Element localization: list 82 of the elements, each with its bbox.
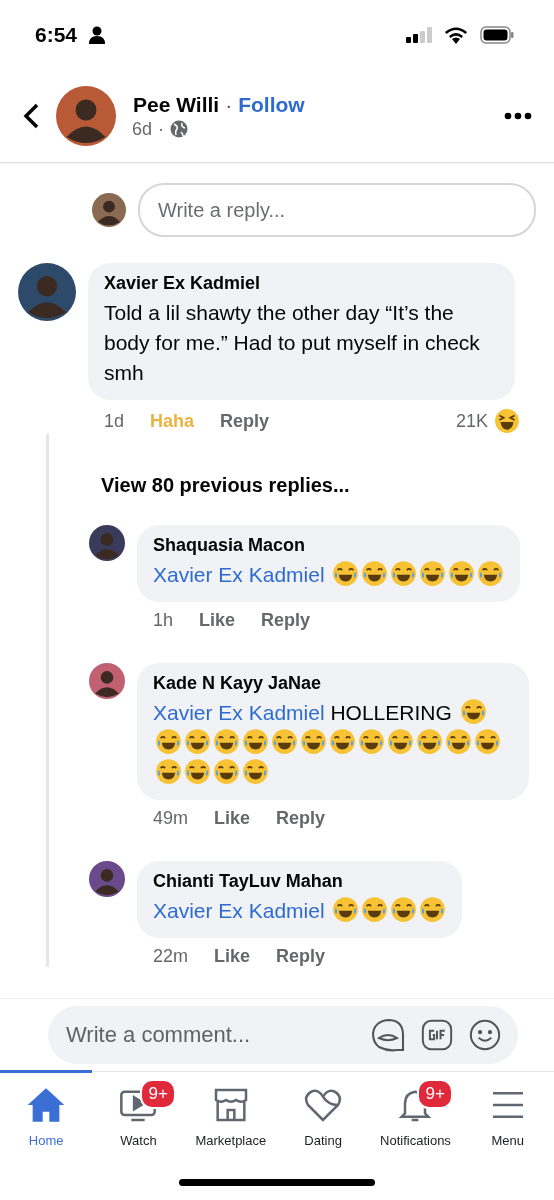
nav-tab[interactable]: Menu	[461, 1070, 554, 1164]
nav-tab[interactable]: Watch 9+	[92, 1070, 185, 1164]
back-icon[interactable]	[22, 102, 40, 130]
clock-time: 6:54	[35, 23, 78, 47]
smiley-icon[interactable]	[468, 1018, 502, 1052]
reply-author[interactable]: Chianti TayLuv Mahan	[153, 871, 447, 892]
comment-bar[interactable]: Write a comment...	[48, 1006, 518, 1064]
reply-button[interactable]: Reply	[276, 946, 326, 967]
laughing-emoji-icon	[213, 758, 240, 785]
page-name[interactable]: Pee Willi	[133, 92, 220, 117]
reply-author[interactable]: Kade N Kayy JaNae	[153, 673, 513, 694]
laughing-emoji-icon	[184, 728, 211, 755]
laughing-emoji-icon	[184, 758, 211, 785]
reply-field[interactable]: Write a reply...	[138, 183, 536, 237]
laughing-face-icon	[494, 408, 520, 434]
reaction-count: 21K	[455, 410, 488, 432]
reply-time: 22m	[153, 946, 188, 967]
laughing-emoji-icon	[329, 728, 356, 755]
laughing-emoji-icon	[474, 728, 501, 755]
signal-icon	[406, 27, 432, 43]
like-button[interactable]: Like	[214, 808, 251, 829]
gif-icon[interactable]	[420, 1018, 454, 1052]
laughing-emoji-icon	[477, 560, 505, 587]
avatar[interactable]	[18, 263, 76, 321]
laughing-emoji-icon	[419, 896, 447, 923]
globe-icon	[170, 120, 189, 138]
avatar[interactable]	[92, 193, 126, 227]
laughing-emoji-icon	[387, 728, 414, 755]
laughing-emoji-icon	[448, 560, 476, 587]
laughing-emoji-icon	[358, 728, 385, 755]
laughing-emoji-icon	[390, 560, 418, 587]
more-icon[interactable]	[504, 112, 532, 120]
sticker-icon[interactable]	[370, 1017, 406, 1053]
reply-button[interactable]: Reply	[220, 410, 270, 432]
laughing-emoji-icon	[332, 560, 360, 587]
post-age: 6d	[132, 118, 153, 140]
laughing-emoji-icon	[242, 728, 269, 755]
view-previous-replies-link[interactable]: View 80 previous replies...	[49, 452, 536, 497]
laughing-emoji-icon	[155, 758, 182, 785]
notification-badge: 9+	[140, 1079, 176, 1109]
laughing-emoji-icon	[332, 896, 360, 923]
separator-dot: ·	[225, 92, 233, 117]
nav-tab[interactable]: Marketplace	[184, 1070, 277, 1164]
laughing-emoji-icon	[390, 896, 418, 923]
person-icon	[89, 26, 106, 44]
laughing-emoji-icon	[155, 728, 182, 755]
mention-link[interactable]: Xavier Ex Kadmiel	[153, 563, 325, 586]
reply-author[interactable]: Shaquasia Macon	[153, 535, 505, 556]
mention-link[interactable]: Xavier Ex Kadmiel	[153, 701, 325, 724]
reply-time: 49m	[153, 808, 188, 829]
reply-time: 1h	[153, 610, 174, 631]
comment-text: Told a lil shawty the other day “It’s the body for me.” Had to put myself in check smh	[104, 300, 481, 386]
laughing-emoji-icon	[242, 758, 269, 785]
reply-text: HOLLERING	[330, 701, 452, 724]
laughing-emoji-icon	[271, 728, 298, 755]
notification-badge: 9+	[417, 1079, 453, 1109]
nav-tab[interactable]: Home	[0, 1070, 93, 1164]
laughing-emoji-icon	[419, 560, 447, 587]
comment-author[interactable]: Xavier Ex Kadmiel	[104, 273, 499, 294]
laughing-emoji-icon	[213, 728, 240, 755]
nav-tab[interactable]: Notifications 9+	[369, 1070, 462, 1164]
laughing-emoji-icon	[445, 728, 472, 755]
avatar[interactable]	[56, 86, 116, 146]
laughing-emoji-icon	[361, 896, 389, 923]
avatar[interactable]	[89, 663, 125, 699]
laughing-emoji-icon	[459, 698, 487, 725]
mention-link[interactable]: Xavier Ex Kadmiel	[153, 899, 325, 922]
reply-button[interactable]: Reply	[276, 808, 326, 829]
laughing-emoji-icon	[361, 560, 389, 587]
battery-icon	[480, 26, 514, 44]
comment-time: 1d	[104, 410, 125, 432]
separator-dot: ·	[158, 118, 165, 140]
laughing-emoji-icon	[416, 728, 443, 755]
nav-tab[interactable]: Dating	[277, 1070, 370, 1164]
like-button[interactable]: Like	[214, 946, 251, 967]
avatar[interactable]	[89, 861, 125, 897]
wifi-icon	[444, 26, 468, 44]
follow-link[interactable]: Follow	[238, 92, 305, 117]
laughing-emoji-icon	[300, 728, 327, 755]
like-button[interactable]: Like	[199, 610, 236, 631]
avatar[interactable]	[89, 525, 125, 561]
reply-button[interactable]: Reply	[261, 610, 311, 631]
